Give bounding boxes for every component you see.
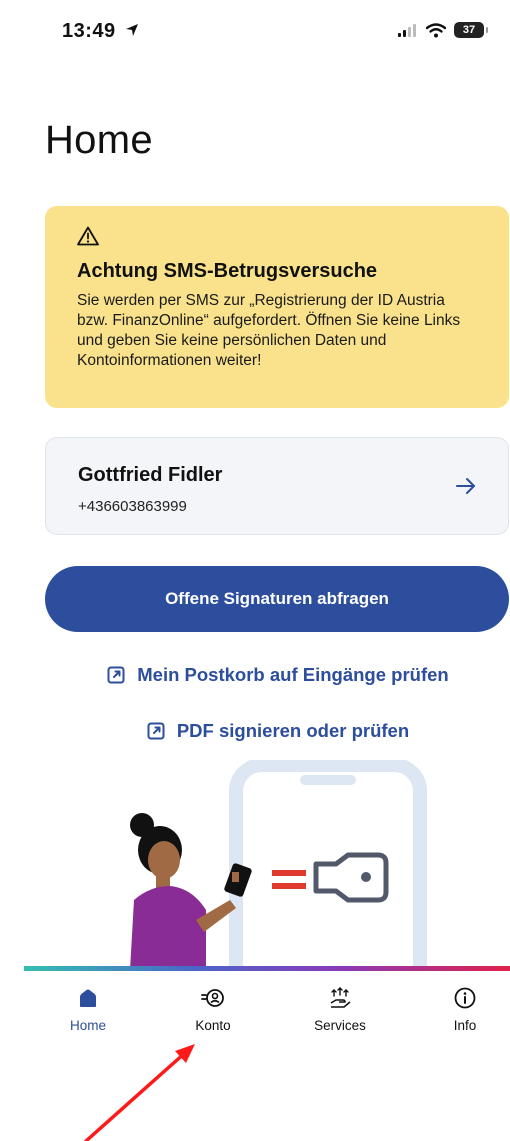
status-icons: 37 — [398, 22, 488, 38]
offene-signaturen-label: Offene Signaturen abfragen — [165, 589, 389, 608]
offene-signaturen-button[interactable]: Offene Signaturen abfragen — [45, 566, 509, 632]
account-icon — [201, 989, 224, 1007]
pdf-link[interactable]: PDF signieren oder prüfen — [0, 720, 510, 742]
battery-level: 37 — [462, 24, 476, 36]
nav-info[interactable]: Info — [420, 986, 510, 1033]
external-link-icon — [107, 666, 125, 684]
nav-home[interactable]: Home — [43, 986, 133, 1033]
nav-home-label: Home — [69, 1018, 106, 1033]
nav-services[interactable]: Services — [295, 986, 385, 1033]
location-arrow-icon — [125, 24, 138, 36]
battery-icon: 37 — [454, 22, 488, 38]
status-time: 13:49 — [62, 20, 140, 43]
home-icon — [80, 989, 96, 1007]
nav-konto[interactable]: Konto — [168, 986, 258, 1033]
postkorb-link-label: Mein Postkorb auf Eingänge prüfen — [137, 664, 449, 685]
nav-konto-label: Konto — [195, 1018, 231, 1033]
status-time-text: 13:49 — [62, 20, 116, 42]
page-title: Home — [45, 118, 153, 162]
nav-info-label: Info — [453, 1018, 477, 1033]
nav-services-label: Services — [314, 1018, 366, 1033]
user-card[interactable]: Gottfried Fidler +436603863999 — [45, 437, 509, 535]
info-icon — [454, 987, 476, 1009]
alert-body: Sie werden per SMS zur „Registrierung de… — [77, 292, 461, 369]
postkorb-link[interactable]: Mein Postkorb auf Eingänge prüfen — [0, 664, 510, 686]
illustration-person-phone — [130, 760, 427, 970]
external-link-icon — [147, 722, 165, 740]
alert-title: Achtung SMS-Betrugsversuche — [77, 260, 378, 282]
user-phone: +436603863999 — [78, 498, 187, 515]
status-bar: 13:49 37 — [0, 0, 510, 58]
arrow-right-icon — [456, 478, 475, 494]
bottom-nav: Home Konto Services Info — [0, 972, 510, 1052]
pdf-link-label: PDF signieren oder prüfen — [176, 720, 410, 741]
warning-icon — [77, 226, 99, 246]
services-icon — [330, 987, 351, 1008]
gradient-divider — [24, 966, 510, 971]
alert-card: Achtung SMS-Betrugsversuche Sie werden p… — [45, 206, 509, 408]
wifi-icon — [426, 22, 446, 37]
signal-icon — [398, 24, 416, 37]
user-name: Gottfried Fidler — [78, 464, 223, 486]
